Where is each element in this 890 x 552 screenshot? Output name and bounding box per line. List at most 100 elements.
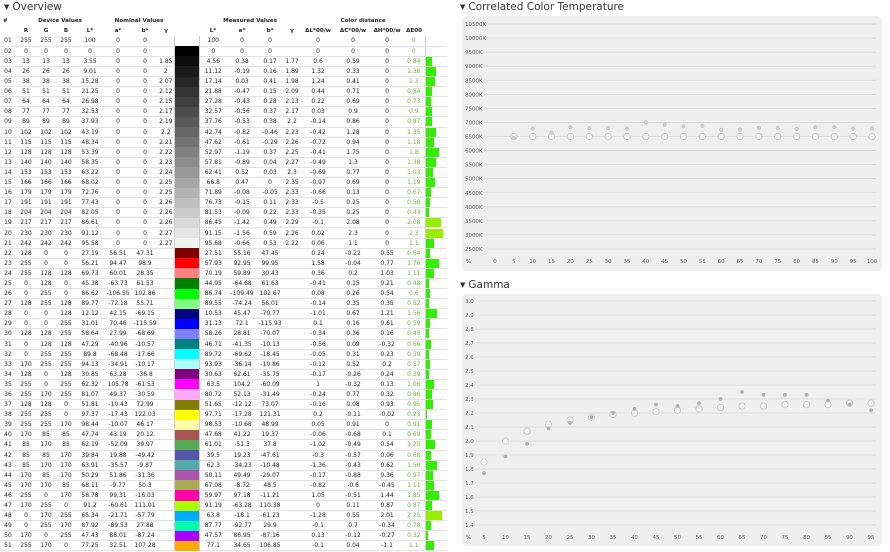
cell: 63.28 (104, 369, 133, 380)
gamma-header[interactable]: ▼ Gamma (460, 279, 510, 291)
table-row[interactable]: 10 102 102 102 43.19 0 0 2.2 42.74 -0.82 -0.46 2.23… (0, 127, 448, 138)
table-row[interactable]: 08 77 77 77 32.53 0 0 2.17 32.57 -0.56 0.37 2.17 0.0… (0, 106, 448, 118)
table-row[interactable]: 31 0 128 128 47.29 -40.96 -10.57 46.71 -41.35 -10… (0, 339, 448, 350)
table-row[interactable]: 01 255 255 255 100 0 0 100 0 0 0 0 0 0 (0, 36, 448, 47)
cell: 71.89 (199, 187, 228, 199)
cell: 0.08 (301, 288, 336, 300)
cell: -60.09 (257, 379, 284, 390)
table-row[interactable]: 51 255 170 0 77.25 32.51 107.28 77.1 34.65 106.85… (0, 540, 448, 552)
cell: 62.19 (76, 439, 105, 451)
table-row[interactable]: 48 0 170 255 65.34 -21.71 -57.79 63.8 -18.1 -61.2… (0, 510, 448, 522)
table-row[interactable]: 13 140 140 140 58.35 0 0 2.23 57.81 -0.89 0.04 2.27… (0, 157, 448, 168)
row-number: 39 (0, 419, 16, 431)
table-row[interactable]: 34 128 0 128 30.85 63.28 -36.8 30.63 62.61 -35.75… (0, 369, 448, 380)
table-row[interactable]: 15 166 166 166 68.02 0 0 2.25 66.8 0.47 0 2.35 -0.97… (0, 177, 448, 189)
table-row[interactable]: 43 85 170 170 63.91 -35.57 -9.87 62.3 -34.23 -10.… (0, 460, 448, 471)
measured-point (696, 401, 702, 406)
delta-e-bar-cell (424, 227, 448, 239)
cell: 255 (56, 359, 76, 370)
cell: 128 (56, 369, 76, 380)
table-row[interactable]: 24 255 128 128 69.73 60.01 28.35 70.19 59.89 30.4… (0, 268, 448, 279)
table-row[interactable]: 02 0 0 0 0 0 0 0 0 0 0 0 0 0 (0, 46, 448, 57)
table-row[interactable]: 35 255 0 255 62.32 105.78 -61.53 63.5 104.2 -60.0… (0, 379, 448, 390)
gamma-chart-svg: 3.0 2.9 2.8 2.7 2.6 2.5 2.4 2.3 2.2 2.1 2.0 1.9 1.8 1… (465, 299, 876, 541)
table-row[interactable]: 21 242 242 242 95.58 0 0 2.27 95.68 -0.66 0.53 2.22… (0, 238, 448, 249)
table-row[interactable]: 42 85 85 170 39.84 19.88 -49.42 39.5 19.23 -47.61… (0, 450, 448, 461)
row-number: 42 (0, 450, 16, 461)
table-row[interactable]: 16 179 179 179 72.76 0 0 2.25 71.89 -0.08 -0.05 2.3… (0, 187, 448, 199)
overview-header[interactable]: ▼ Overview (4, 1, 62, 13)
table-row[interactable]: 06 51 51 51 21.25 0 0 2.12 21.88 -0.47 0.15 2.09 0.4… (0, 86, 448, 98)
collapse-triangle-icon[interactable]: ▼ (460, 3, 465, 11)
table-row[interactable]: 18 204 204 204 82.05 0 0 2.26 81.53 -0.09 0.22 2.33… (0, 207, 448, 219)
table-row[interactable]: 32 0 255 255 89.8 -68.48 -17.66 89.72 -69.62 -18.… (0, 349, 448, 360)
table-row[interactable]: 45 170 170 85 68.11 -9.77 50.3 67.08 -8.72 48.5 -0… (0, 480, 448, 491)
cell (158, 379, 175, 390)
cell: 128 (36, 278, 56, 290)
table-row[interactable]: 39 255 255 170 98.44 -10.07 46.17 98.53 -10.68 48… (0, 419, 448, 431)
table-row[interactable]: 11 115 115 115 48.34 0 0 2.21 47.62 -0.61 -0.29 2.2… (0, 137, 448, 148)
cell: 0.43 (403, 207, 426, 219)
table-row[interactable]: 50 170 0 255 47.43 88.01 -87.24 47.57 86.95 -87.1… (0, 530, 448, 542)
table-row[interactable]: 44 170 85 170 50.29 51.86 -31.36 50.11 49.49 -29.… (0, 470, 448, 481)
cell: 0 (132, 177, 159, 189)
table-row[interactable]: 25 0 128 0 45.38 -63.73 61.53 44.95 -64.68 61.63-… (0, 278, 448, 290)
cell: 77 (36, 106, 56, 118)
delta-e-bar-cell (424, 369, 448, 380)
cct-header[interactable]: ▼ Correlated Color Temperature (460, 1, 624, 13)
table-row[interactable]: 47 170 255 0 91.2 -60.61 111.01 91.19 -63.28 110.… (0, 500, 448, 512)
table-row[interactable]: 33 170 255 255 94.13 -34.91 -10.17 93.93 -36.14-… (0, 359, 448, 370)
color-swatch (173, 127, 200, 138)
table-row[interactable]: 29 0 0 255 31.01 70.46 -115.59 31.13 72.1 -115.93… (0, 318, 448, 330)
table-row[interactable]: 26 0 255 0 86.62 -106.55 102.86 86.74 -109.49 102… (0, 288, 448, 300)
table-row[interactable]: 41 85 170 85 62.19 -52.09 39.97 61.01 -51.3 37.8-… (0, 439, 448, 451)
table-row[interactable]: 46 255 0 170 58.78 99.31 -16.03 59.97 97.18 -11.2… (0, 490, 448, 502)
table-row[interactable]: 40 170 85 85 47.74 43.19 20.12 47.68 41.22 19.37-… (0, 429, 448, 441)
cell: -0.1 (301, 540, 336, 552)
table-row[interactable]: 28 0 0 128 12.12 42.15 -69.15 10.53 45.47 -70.77-… (0, 308, 448, 320)
cell: 111.01 (132, 500, 159, 512)
table-row[interactable]: 30 128 128 255 58.64 27.99 -68.69 58.26 28.81 -70… (0, 328, 448, 340)
table-row[interactable]: 23 255 0 0 56.21 94.47 98.9 57.93 92.95 99.95 1.58… (0, 258, 448, 269)
cell: 0.53 (257, 238, 284, 249)
table-row[interactable]: 09 89 89 89 37.93 0 0 2.19 37.76 -0.53 0.38 2.2 -0.1… (0, 116, 448, 128)
cell: 2.33 (283, 207, 302, 219)
cell: 2.25 (158, 177, 175, 189)
table-row[interactable]: 12 128 128 128 53.39 0 0 2.22 52.97 -1.19 0.37 2.25… (0, 147, 448, 158)
cell: 217 (36, 217, 56, 229)
cell: -1.02 (301, 439, 336, 451)
collapse-triangle-icon[interactable]: ▼ (460, 281, 465, 289)
table-row[interactable]: 27 128 255 128 89.77 -72.18 55.71 89.55 -74.24 56… (0, 298, 448, 310)
cell (158, 429, 175, 441)
table-row[interactable]: 07 64 64 64 26.98 0 0 2.15 27.28 -0.43 0.28 2.13 0.2… (0, 96, 448, 108)
cell: 58.64 (76, 328, 105, 340)
cell: 0 (132, 157, 159, 168)
x-tick-label: 25 (586, 259, 593, 265)
cell: 41.22 (227, 429, 258, 441)
cell (158, 308, 175, 320)
cell: -16.03 (132, 490, 159, 502)
cell: 255 (16, 36, 36, 47)
table-row[interactable]: 17 191 191 191 77.43 0 0 2.26 76.73 -0.15 0.11 2.33… (0, 197, 448, 209)
cell: 0.25 (335, 207, 372, 219)
cell: 0.55 (335, 510, 372, 522)
delta-e-bar (426, 77, 436, 86)
table-row[interactable]: 03 13 13 13 3.55 0 0 1.85 4.56 0.38 0.17 1.77 0.6 0.5… (0, 56, 448, 67)
table-row[interactable]: 14 153 153 153 63.22 0 0 2.24 62.41 0.52 0.03 2.3 -0… (0, 167, 448, 179)
table-row[interactable]: 36 255 170 255 81.07 49.37 -30.59 80.72 52.13 -31… (0, 389, 448, 401)
table-row[interactable]: 38 255 255 0 97.37 -17.43 122.03 97.71 -17.28 121… (0, 409, 448, 421)
table-row[interactable]: 37 128 128 0 51.81 -10.43 72.99 51.65 -12.12 73.0… (0, 399, 448, 411)
measured-point (589, 415, 594, 420)
table-row[interactable]: 04 26 26 26 9.01 0 0 2 11.12 -0.19 0.16 1.89 1.32 0.3… (0, 66, 448, 78)
cell: 255 (36, 349, 56, 360)
table-row[interactable]: 49 0 255 170 87.92 -89.53 27.88 87.77 -92.77 29.9… (0, 520, 448, 532)
table-row[interactable]: 19 217 217 217 86.61 0 0 2.26 86.45 -1.42 0.49 2.29… (0, 217, 448, 229)
table-row[interactable]: 05 38 38 38 15.28 0 0 2.07 17.14 0.03 0.41 1.98 1.24… (0, 76, 448, 88)
table-row[interactable]: 22 128 0 0 27.19 56.51 47.31 27.51 55.16 47.45 0.2… (0, 248, 448, 259)
cell: -35.75 (257, 369, 284, 380)
table-row[interactable]: 20 230 230 230 91.12 0 0 2.27 91.15 -1.56 0.59 2.26… (0, 227, 448, 239)
cell (158, 510, 175, 522)
cell: 0 (16, 520, 36, 532)
collapse-triangle-icon[interactable]: ▼ (4, 3, 9, 11)
x-tick-label: 10 (502, 535, 509, 541)
